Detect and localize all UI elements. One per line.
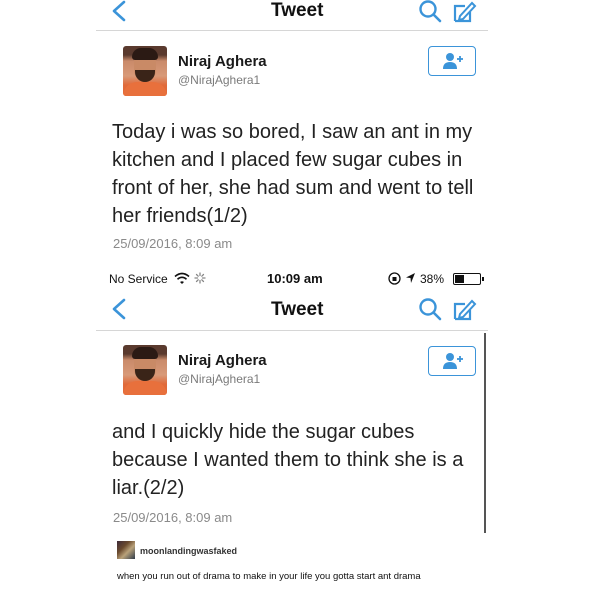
tweet-line: kitchen and I placed few sugar cubes in [112, 149, 463, 171]
follow-user-icon [443, 353, 463, 369]
tweet-line: her friends(1/2) [112, 205, 248, 227]
tweet-text: Today i was so bored, I saw an ant in my… [112, 118, 502, 230]
user-name[interactable]: Niraj Aghera [178, 53, 267, 70]
wifi-icon [174, 272, 190, 284]
back-chevron-icon[interactable] [108, 297, 130, 323]
tweet-line: and I quickly hide the sugar cubes [112, 421, 415, 443]
tweet-line: liar.(2/2) [112, 477, 185, 499]
avatar[interactable] [123, 46, 167, 96]
location-icon [406, 273, 415, 283]
carrier-label: No Service [109, 272, 168, 286]
tumblr-caption: when you run out of drama to make in you… [117, 571, 421, 582]
clock: 10:09 am [267, 271, 323, 286]
tweet-line: because I wanted them to think she is a [112, 449, 464, 471]
follow-button[interactable] [428, 346, 476, 376]
tweet-timestamp: 25/09/2016, 8:09 am [113, 510, 233, 525]
search-icon[interactable] [418, 0, 444, 26]
nav-divider [96, 330, 488, 331]
compose-icon[interactable] [451, 297, 477, 323]
loading-spinner-icon [194, 272, 206, 284]
tweet-timestamp: 25/09/2016, 8:09 am [113, 236, 233, 251]
tweet-line: front of her, she had sum and went to te… [112, 177, 474, 199]
user-name[interactable]: Niraj Aghera [178, 352, 267, 369]
compose-icon[interactable] [451, 0, 477, 26]
nav-title: Tweet [271, 299, 324, 320]
follow-button[interactable] [428, 46, 476, 76]
battery-percent: 38% [420, 272, 445, 286]
tweet-line: Today i was so bored, I saw an ant in my [112, 121, 473, 143]
nav-divider [96, 30, 488, 31]
nav-title: Tweet [271, 0, 324, 21]
user-handle[interactable]: @NirajAghera1 [178, 372, 260, 386]
tumblr-avatar[interactable] [117, 541, 135, 559]
avatar[interactable] [123, 345, 167, 395]
orientation-lock-icon [388, 272, 401, 285]
back-chevron-icon[interactable] [108, 0, 130, 26]
search-icon[interactable] [418, 297, 444, 323]
user-handle[interactable]: @NirajAghera1 [178, 73, 260, 87]
battery-icon [453, 273, 484, 285]
follow-user-icon [443, 53, 463, 69]
screen-edge [484, 333, 486, 533]
tweet-text: and I quickly hide the sugar cubes becau… [112, 418, 482, 502]
tumblr-username[interactable]: moonlandingwasfaked [140, 546, 237, 556]
